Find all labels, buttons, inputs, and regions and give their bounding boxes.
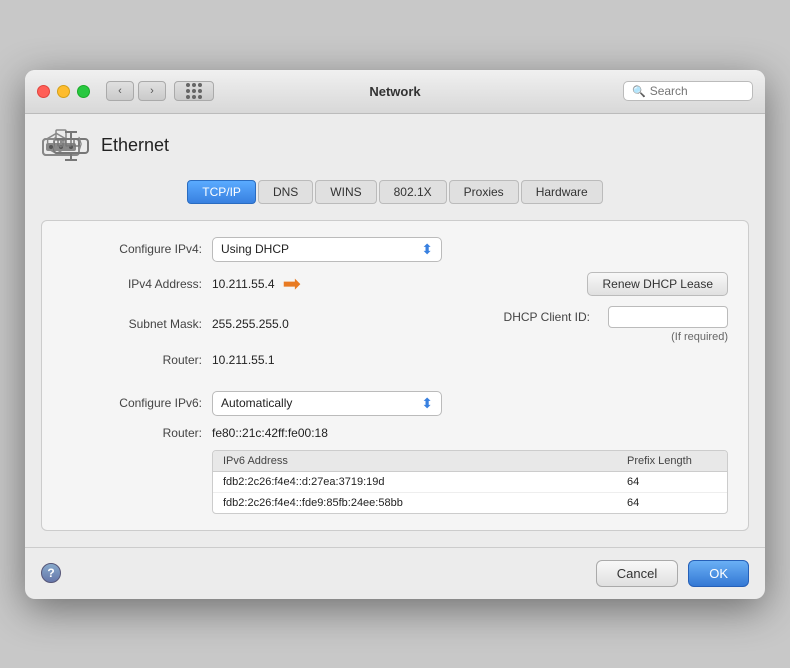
tab-8021x[interactable]: 802.1X bbox=[379, 180, 447, 204]
ipv6-table-row: fdb2:2c26:f4e4::d:27ea:3719:19d 64 bbox=[213, 472, 727, 493]
ipv6-table: IPv6 Address Prefix Length fdb2:2c26:f4e… bbox=[212, 450, 728, 514]
tab-proxies[interactable]: Proxies bbox=[449, 180, 519, 204]
help-button[interactable]: ? bbox=[41, 563, 61, 583]
select-arrows-icon: ⬍ bbox=[421, 241, 433, 258]
ipv6-prefix-1: 64 bbox=[627, 476, 717, 488]
network-window: ‹ › Network 🔍 bbox=[25, 70, 765, 599]
arrow-indicator-icon: ➡ bbox=[283, 273, 301, 295]
ethernet-header: ⬡ ⟨ ⟩ ··· bbox=[41, 126, 749, 166]
tab-wins[interactable]: WINS bbox=[315, 180, 376, 204]
back-button[interactable]: ‹ bbox=[106, 81, 134, 101]
ipv4-address-row: IPv4 Address: 10.211.55.4 ➡ Renew DHCP L… bbox=[62, 272, 728, 296]
cancel-button[interactable]: Cancel bbox=[596, 560, 678, 587]
svg-text:···: ··· bbox=[59, 141, 70, 153]
tcpip-panel: Configure IPv4: Using DHCP ⬍ IPv4 Addres… bbox=[41, 220, 749, 531]
window-title: Network bbox=[369, 84, 420, 99]
configure-ipv6-row: Configure IPv6: Automatically ⬍ bbox=[62, 391, 728, 416]
configure-ipv4-select[interactable]: Using DHCP ⬍ bbox=[212, 237, 442, 262]
minimize-button[interactable] bbox=[57, 85, 70, 98]
ipv6-table-row: fdb2:2c26:f4e4::fde9:85fb:24ee:58bb 64 bbox=[213, 493, 727, 513]
configure-ipv4-row: Configure IPv4: Using DHCP ⬍ bbox=[62, 237, 728, 262]
ipv6-address-1: fdb2:2c26:f4e4::d:27ea:3719:19d bbox=[223, 476, 627, 488]
configure-ipv6-select[interactable]: Automatically ⬍ bbox=[212, 391, 442, 416]
ipv6-prefix-2: 64 bbox=[627, 497, 717, 509]
router-ipv4-row: Router: 10.211.55.1 bbox=[62, 353, 728, 367]
ipv6-table-header: IPv6 Address Prefix Length bbox=[213, 451, 727, 472]
subnet-mask-value: 255.255.255.0 bbox=[212, 317, 289, 331]
ok-button[interactable]: OK bbox=[688, 560, 749, 587]
router-ipv6-label: Router: bbox=[62, 426, 202, 440]
router-ipv6-value: fe80::21c:42ff:fe00:18 bbox=[212, 426, 328, 440]
configure-ipv6-label: Configure IPv6: bbox=[62, 396, 202, 410]
search-box[interactable]: 🔍 bbox=[623, 81, 753, 101]
subnet-mask-row: Subnet Mask: 255.255.255.0 DHCP Client I… bbox=[62, 306, 728, 343]
tab-tcpip[interactable]: TCP/IP bbox=[187, 180, 256, 204]
grid-icon bbox=[186, 83, 202, 99]
grid-button[interactable] bbox=[174, 81, 214, 101]
subnet-mask-label: Subnet Mask: bbox=[62, 317, 202, 331]
ipv6-col-prefix-header: Prefix Length bbox=[627, 455, 717, 467]
configure-ipv4-label: Configure IPv4: bbox=[62, 242, 202, 256]
ipv6-select-arrows-icon: ⬍ bbox=[421, 395, 433, 412]
router-ipv6-row: Router: fe80::21c:42ff:fe00:18 bbox=[62, 426, 728, 440]
if-required-text: (If required) bbox=[598, 331, 728, 343]
bottom-bar: ? Cancel OK bbox=[25, 547, 765, 599]
dhcp-client-id-input[interactable] bbox=[608, 306, 728, 328]
bottom-actions: Cancel OK bbox=[596, 560, 749, 587]
router-ipv4-label: Router: bbox=[62, 353, 202, 367]
ipv4-address-value: 10.211.55.4 bbox=[212, 277, 275, 291]
traffic-lights bbox=[37, 85, 90, 98]
maximize-button[interactable] bbox=[77, 85, 90, 98]
content-area: ⬡ ⟨ ⟩ ··· bbox=[25, 114, 765, 547]
ipv6-col-address-header: IPv6 Address bbox=[223, 455, 627, 467]
ipv4-address-label: IPv4 Address: bbox=[62, 277, 202, 291]
titlebar: ‹ › Network 🔍 bbox=[25, 70, 765, 114]
search-icon: 🔍 bbox=[632, 85, 646, 98]
tabs-bar: TCP/IP DNS WINS 802.1X Proxies Hardware bbox=[41, 180, 749, 204]
nav-buttons: ‹ › bbox=[106, 81, 166, 101]
renew-dhcp-button[interactable]: Renew DHCP Lease bbox=[587, 272, 728, 296]
close-button[interactable] bbox=[37, 85, 50, 98]
router-ipv4-value: 10.211.55.1 bbox=[212, 353, 275, 367]
svg-text:⟨: ⟨ bbox=[53, 136, 57, 153]
ethernet-icon-svg: ⟨ ⟩ ··· bbox=[51, 126, 91, 166]
tab-hardware[interactable]: Hardware bbox=[521, 180, 603, 204]
tab-dns[interactable]: DNS bbox=[258, 180, 313, 204]
dhcp-client-id-label: DHCP Client ID: bbox=[504, 310, 590, 324]
forward-button[interactable]: › bbox=[138, 81, 166, 101]
search-input[interactable] bbox=[650, 84, 744, 98]
ipv6-address-2: fdb2:2c26:f4e4::fde9:85fb:24ee:58bb bbox=[223, 497, 627, 509]
ethernet-title: Ethernet bbox=[101, 135, 169, 156]
svg-text:⟩: ⟩ bbox=[77, 136, 83, 153]
configure-ipv4-value: Using DHCP bbox=[221, 242, 289, 256]
configure-ipv6-value: Automatically bbox=[221, 396, 292, 410]
